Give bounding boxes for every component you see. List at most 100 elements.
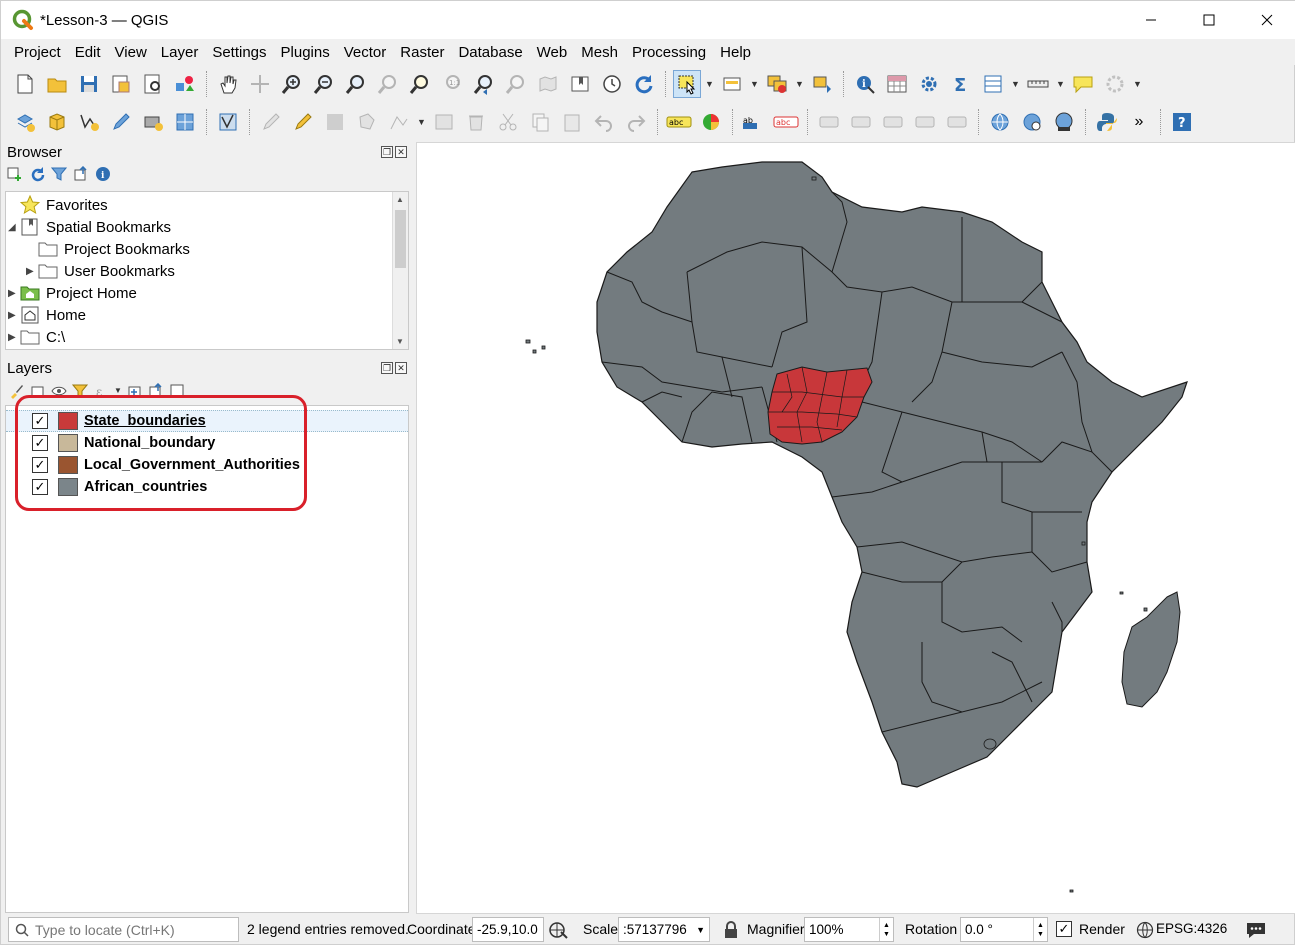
layer-labeling-button[interactable]: abc — [665, 108, 693, 136]
copy-features-button[interactable] — [526, 108, 554, 136]
highlight-pinned-labels-button[interactable]: ab — [740, 108, 768, 136]
deselect-features-button[interactable] — [763, 70, 791, 98]
menu-view[interactable]: View — [108, 44, 154, 61]
messages-icon[interactable] — [1245, 920, 1267, 940]
data-source-manager-button[interactable] — [11, 108, 39, 136]
refresh-button[interactable] — [630, 70, 658, 98]
locator-search-field[interactable]: Type to locate (Ctrl+K) — [8, 917, 239, 942]
crs-globe-icon[interactable] — [1136, 921, 1154, 939]
statistics-button[interactable]: Σ — [947, 70, 975, 98]
select-by-value-button[interactable] — [718, 70, 746, 98]
expand-arrow-icon[interactable]: ▶ — [26, 266, 38, 277]
menu-mesh[interactable]: Mesh — [574, 44, 625, 61]
scroll-up-icon[interactable]: ▲ — [396, 195, 404, 204]
filter-icon[interactable] — [51, 166, 67, 182]
coordinate-field[interactable]: -25.9,10.0 — [472, 917, 544, 942]
zoom-in-button[interactable] — [278, 70, 306, 98]
open-project-button[interactable] — [43, 70, 71, 98]
globe-search-button[interactable] — [1018, 108, 1046, 136]
undo-button[interactable] — [590, 108, 618, 136]
delete-selected-button[interactable] — [462, 108, 490, 136]
new-shapefile-button[interactable] — [75, 108, 103, 136]
measure-button[interactable] — [1024, 70, 1052, 98]
float-panel-icon[interactable]: ❐ — [381, 362, 393, 374]
collapse-all-icon[interactable] — [73, 166, 89, 182]
expand-arrow-icon[interactable]: ▶ — [8, 332, 20, 343]
move-label-button[interactable] — [847, 108, 875, 136]
rotate-label-button[interactable] — [879, 108, 907, 136]
vertex-dropdown-arrow[interactable]: ▼ — [417, 108, 426, 136]
layer-diagram-button[interactable] — [697, 108, 725, 136]
open-table-button[interactable] — [979, 70, 1007, 98]
rotation-spinbox[interactable]: 0.0 ° ▲ ▼ — [960, 917, 1048, 942]
pan-to-selection-button[interactable] — [246, 70, 274, 98]
info-icon[interactable]: i — [95, 166, 111, 182]
edit-toggle-button[interactable] — [257, 108, 285, 136]
python-console-button[interactable] — [1093, 108, 1121, 136]
add-feature-button[interactable] — [353, 108, 381, 136]
select-dropdown-arrow[interactable]: ▼ — [705, 70, 714, 98]
select-features-button[interactable] — [673, 70, 701, 98]
menu-vector[interactable]: Vector — [337, 44, 394, 61]
browser-scrollbar[interactable]: ▲ ▼ — [392, 192, 408, 349]
menu-help[interactable]: Help — [713, 44, 758, 61]
identify-features-button[interactable]: i — [851, 70, 879, 98]
new-project-button[interactable] — [11, 70, 39, 98]
save-as-button[interactable] — [107, 70, 135, 98]
menu-database[interactable]: Database — [451, 44, 529, 61]
menu-web[interactable]: Web — [530, 44, 575, 61]
tree-item-home[interactable]: ▶ Home — [8, 304, 86, 326]
expand-arrow-icon[interactable]: ▶ — [8, 310, 20, 321]
menu-edit[interactable]: Edit — [68, 44, 108, 61]
print-layout-button[interactable] — [139, 70, 167, 98]
pin-unpin-labels-button[interactable]: abc — [772, 108, 800, 136]
menu-layer[interactable]: Layer — [154, 44, 206, 61]
new-spatialite-button[interactable] — [214, 108, 242, 136]
map-canvas[interactable] — [416, 142, 1295, 914]
measure-dropdown-arrow[interactable]: ▼ — [1056, 70, 1065, 98]
save-project-button[interactable] — [75, 70, 103, 98]
modify-attributes-button[interactable] — [430, 108, 458, 136]
refresh-icon[interactable] — [29, 166, 45, 182]
new-mesh-layer-button[interactable] — [171, 108, 199, 136]
menu-plugins[interactable]: Plugins — [274, 44, 337, 61]
redo-button[interactable] — [622, 108, 650, 136]
close-panel-icon[interactable]: ✕ — [395, 362, 407, 374]
zoom-native-button[interactable]: 1:1 — [438, 70, 466, 98]
render-checkbox[interactable]: ✓ — [1056, 921, 1072, 937]
vertex-tool-button[interactable] — [385, 108, 413, 136]
style-manager-button[interactable] — [171, 70, 199, 98]
zoom-full-button[interactable] — [374, 70, 402, 98]
help-button[interactable]: ? — [1168, 108, 1196, 136]
add-selected-layers-icon[interactable] — [7, 166, 23, 182]
magnifier-spinbox[interactable]: 100% ▲ ▼ — [804, 917, 894, 942]
menu-processing[interactable]: Processing — [625, 44, 713, 61]
zoom-out-button[interactable] — [310, 70, 338, 98]
new-scratch-layer-button[interactable] — [107, 108, 135, 136]
tree-item-favorites[interactable]: Favorites — [8, 194, 108, 216]
menu-raster[interactable]: Raster — [393, 44, 451, 61]
tree-item-spatial-bookmarks[interactable]: ◢ Spatial Bookmarks — [8, 216, 171, 238]
scroll-down-icon[interactable]: ▼ — [396, 337, 404, 346]
map-tips-button[interactable] — [1069, 70, 1097, 98]
change-label-button[interactable] — [911, 108, 939, 136]
spin-arrows[interactable]: ▲ ▼ — [879, 918, 893, 941]
select-value-dropdown-arrow[interactable]: ▼ — [750, 70, 759, 98]
scrollbar-thumb[interactable] — [395, 210, 406, 268]
menu-settings[interactable]: Settings — [205, 44, 273, 61]
temporal-controller-button[interactable] — [598, 70, 626, 98]
zoom-last-button[interactable] — [470, 70, 498, 98]
globe-plugin-button[interactable] — [986, 108, 1014, 136]
toggle-extents-mouse-icon[interactable] — [549, 920, 569, 940]
more-tools-chevron[interactable]: » — [1125, 108, 1153, 136]
lock-scale-icon[interactable] — [723, 921, 739, 939]
new-virtual-layer-button[interactable] — [139, 108, 167, 136]
select-location-button[interactable] — [808, 70, 836, 98]
cut-features-button[interactable] — [494, 108, 522, 136]
scale-dropdown-arrow[interactable]: ▼ — [696, 925, 705, 935]
settings-button[interactable] — [1101, 70, 1129, 98]
spin-arrows[interactable]: ▲ ▼ — [1033, 918, 1047, 941]
maximize-button[interactable] — [1180, 1, 1238, 39]
globe-network-button[interactable] — [1050, 108, 1078, 136]
menu-project[interactable]: Project — [7, 44, 68, 61]
